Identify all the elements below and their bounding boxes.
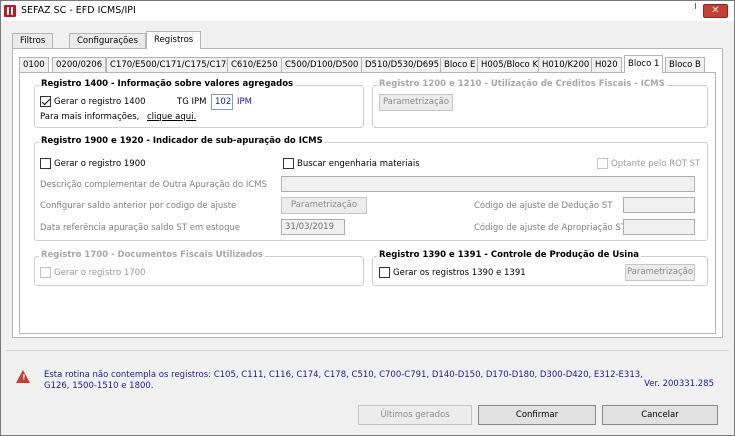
group-1200-title: Registro 1200 e 1210 - Utilização de Cré…	[377, 79, 667, 89]
tab-h005-bloco-k[interactable]: H005/Bloco K	[477, 57, 543, 72]
confirmar-button[interactable]: Confirmar	[478, 405, 596, 425]
parametrizacao-1200-button[interactable]: Parametrização	[379, 94, 453, 111]
tab-h020[interactable]: H020	[591, 57, 622, 72]
tab-bloco-b[interactable]: Bloco B	[665, 57, 705, 72]
tg-ipm-label: TG IPM	[177, 97, 207, 107]
tg-ipm-desc: IPM	[237, 97, 252, 107]
group-1390-title: Registro 1390 e 1391 - Controle de Produ…	[377, 250, 641, 260]
ultimos-gerados-button[interactable]: Últimos gerados	[358, 405, 472, 425]
footer-separator	[6, 350, 729, 351]
tab-filtros[interactable]: Filtros	[12, 33, 54, 48]
parametrizacao-1390-button[interactable]: Parametrização	[625, 264, 695, 281]
registros-note: Esta rotina não contempla os registros: …	[44, 370, 643, 391]
gerar-1700-checkbox[interactable]	[40, 267, 51, 278]
gerar-1700-label: Gerar o registro 1700	[54, 268, 146, 278]
tab-bloco-1[interactable]: Bloco 1	[624, 55, 664, 73]
tab-0200-0206[interactable]: 0200/0206	[52, 57, 107, 72]
version-label: Ver. 200331.285	[644, 379, 714, 389]
configurar-saldo-label: Configurar saldo anterior por codigo de …	[40, 201, 237, 211]
info-text: Para mais informações,	[40, 112, 140, 122]
group-1700-title: Registro 1700 - Documentos Fiscais Utili…	[39, 250, 265, 260]
cancelar-button[interactable]: Cancelar	[602, 405, 718, 425]
tab-0100[interactable]: 0100	[19, 57, 49, 72]
buscar-engenharia-checkbox[interactable]	[283, 158, 294, 169]
optante-rot-st-label: Optante pelo ROT ST	[611, 159, 701, 169]
tab-c170[interactable]: C170/E500/C171/C175/C176	[106, 57, 236, 72]
apropriacao-st-label: Código de ajuste de Apropriação ST	[474, 223, 627, 233]
apropriacao-st-input[interactable]	[623, 219, 695, 235]
gerar-1390-checkbox[interactable]	[379, 267, 390, 278]
gerar-1400-checkbox[interactable]	[40, 96, 51, 107]
gerar-1390-label: Gerar os registros 1390 e 1391	[393, 268, 526, 278]
data-referencia-label: Data referência apuração saldo ST em est…	[40, 223, 241, 233]
tab-d510[interactable]: D510/D530/D695	[361, 57, 444, 72]
group-1900-title: Registro 1900 e 1920 - Indicador de sub-…	[39, 136, 325, 146]
title-divider	[695, 3, 696, 9]
descricao-input[interactable]	[281, 176, 695, 192]
group-1400-title: Registro 1400 - Informação sobre valores…	[39, 79, 296, 89]
info-link[interactable]: clique aqui.	[147, 112, 196, 122]
window-title: SEFAZ SC - EFD ICMS/IPI	[21, 5, 136, 16]
configurar-saldo-button[interactable]: Parametrização	[281, 197, 367, 214]
tab-h010-k200[interactable]: H010/K200	[538, 57, 594, 72]
gerar-1900-checkbox[interactable]	[40, 158, 51, 169]
title-bar: SEFAZ SC - EFD ICMS/IPI ✕	[1, 1, 734, 21]
tab-bloco-e[interactable]: Bloco E	[440, 57, 480, 72]
close-button[interactable]: ✕	[703, 4, 728, 18]
data-referencia-input[interactable]: 31/03/2019	[281, 219, 345, 235]
gerar-1900-label: Gerar o registro 1900	[54, 159, 146, 169]
tab-c610-e250[interactable]: C610/E250	[227, 57, 282, 72]
tab-configuracoes[interactable]: Configurações	[69, 33, 146, 48]
descricao-label: Descrição complementar de Outra Apuração…	[40, 180, 267, 190]
optante-rot-st-checkbox[interactable]	[597, 158, 608, 169]
buscar-engenharia-label: Buscar engenharia materiais	[297, 159, 420, 169]
warning-triangle-icon: !	[16, 370, 30, 383]
deducao-st-input[interactable]	[623, 197, 695, 213]
tab-c500[interactable]: C500/D100/D500	[281, 57, 363, 72]
app-logo-icon	[4, 5, 16, 17]
dialog-window: SEFAZ SC - EFD ICMS/IPI ✕ Filtros Config…	[0, 0, 735, 436]
gerar-1400-label: Gerar o registro 1400	[54, 97, 146, 107]
tab-registros[interactable]: Registros	[146, 31, 202, 49]
deducao-st-label: Código de ajuste de Dedução ST	[474, 201, 613, 211]
tg-ipm-input[interactable]: 102	[211, 94, 233, 110]
